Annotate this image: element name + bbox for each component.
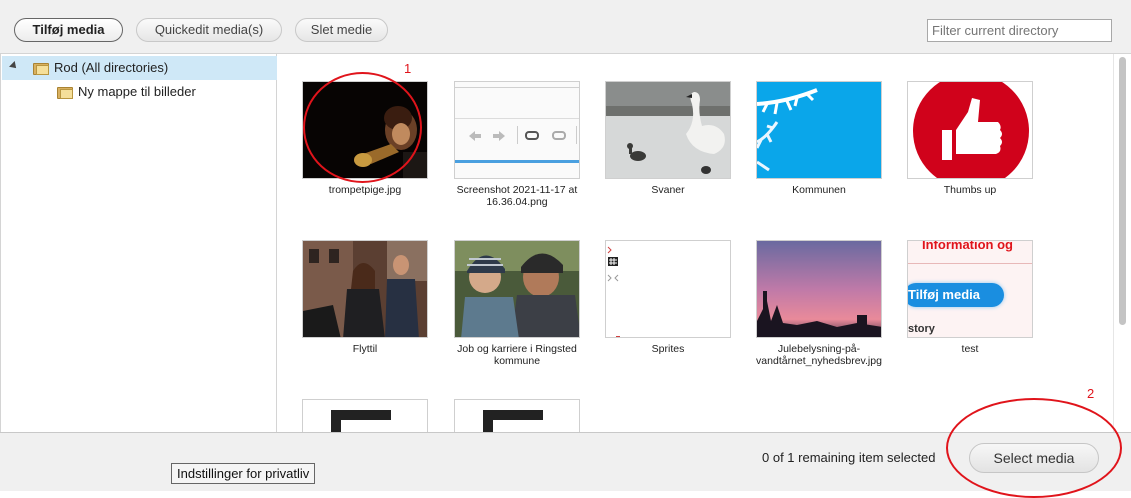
media-caption: trompetpige.jpg: [328, 184, 402, 196]
snowy-branch-photo: [757, 82, 881, 178]
thumbnail-swans[interactable]: [605, 81, 731, 179]
expand-toggle-icon[interactable]: [9, 61, 19, 71]
tree-item-root[interactable]: Rod (All directories): [2, 56, 277, 80]
filter-directory-input[interactable]: [927, 19, 1112, 42]
selection-status: 0 of 1 remaining item selected: [762, 450, 936, 465]
media-caption: Thumbs up: [943, 184, 997, 196]
toolbar: Tilføj media Quickedit media(s) Slet med…: [0, 0, 1131, 54]
scrollbar[interactable]: [1113, 54, 1131, 432]
thumbnail-julebelysning[interactable]: [756, 240, 882, 338]
media-caption: Flyttil: [352, 343, 378, 355]
thumbnail-thumbs-up[interactable]: [907, 81, 1033, 179]
thumbnail-sprites[interactable]: [605, 240, 731, 338]
media-caption: test: [961, 343, 979, 355]
thumbnail-file[interactable]: [302, 399, 428, 432]
media-caption: Sprites: [651, 343, 685, 355]
thumbnail-file[interactable]: [454, 399, 580, 432]
thumbnail-job-karriere[interactable]: [454, 240, 580, 338]
sprites-preview: [606, 241, 730, 337]
people-street-photo: [303, 241, 427, 337]
media-caption: Kommunen: [792, 184, 846, 196]
quickedit-media-button[interactable]: Quickedit media(s): [136, 18, 282, 42]
file-icon: [483, 410, 543, 432]
annotation-circle-1: [303, 72, 422, 183]
privacy-settings-button[interactable]: Indstillinger for privatliv: [171, 463, 316, 484]
media-caption: Svaner: [651, 184, 685, 196]
media-browser-dialog: Tilføj media Quickedit media(s) Slet med…: [0, 0, 1131, 498]
divider: [908, 263, 1032, 264]
thumbnail-flyttil[interactable]: [302, 240, 428, 338]
father-child-photo: [455, 241, 579, 337]
media-caption: Job og karriere i Ringsted kommune: [457, 343, 577, 367]
delete-media-button[interactable]: Slet medie: [295, 18, 388, 42]
media-caption: Screenshot 2021-11-17 at 16.36.04.png: [456, 184, 578, 208]
folder-icon: [57, 85, 73, 99]
folder-icon: [33, 61, 49, 75]
tree-item-label: Ny mappe til billeder: [78, 84, 196, 99]
thumbnail-kommunen[interactable]: [756, 81, 882, 179]
media-caption: Julebelysning-på-vandtårnet_nyhedsbrev.j…: [756, 343, 882, 367]
test-heading-fragment: Information og: [922, 240, 1013, 252]
directory-tree: Rod (All directories) Ny mappe til bille…: [0, 54, 277, 432]
annotation-number-2: 2: [1087, 386, 1095, 401]
thumbnail-test[interactable]: Information og Tilføj media story: [907, 240, 1033, 338]
annotation-number-1: 1: [404, 61, 412, 76]
annotation-circle-2: [946, 398, 1122, 498]
thumbnail-screenshot[interactable]: [454, 81, 580, 179]
test-bottom-fragment: story: [908, 323, 935, 335]
file-icon: [331, 410, 391, 432]
screenshot-preview: [455, 82, 579, 178]
test-button-preview: Tilføj media: [908, 283, 1004, 307]
tree-item-ny-mappe[interactable]: Ny mappe til billeder: [2, 80, 277, 104]
tree-item-label: Rod (All directories): [54, 60, 169, 75]
add-media-button[interactable]: Tilføj media: [14, 18, 123, 42]
swans-photo: [606, 82, 730, 178]
scrollbar-thumb[interactable]: [1119, 57, 1126, 325]
sunset-photo: [757, 241, 881, 337]
thumbs-up-icon: [908, 82, 1032, 178]
